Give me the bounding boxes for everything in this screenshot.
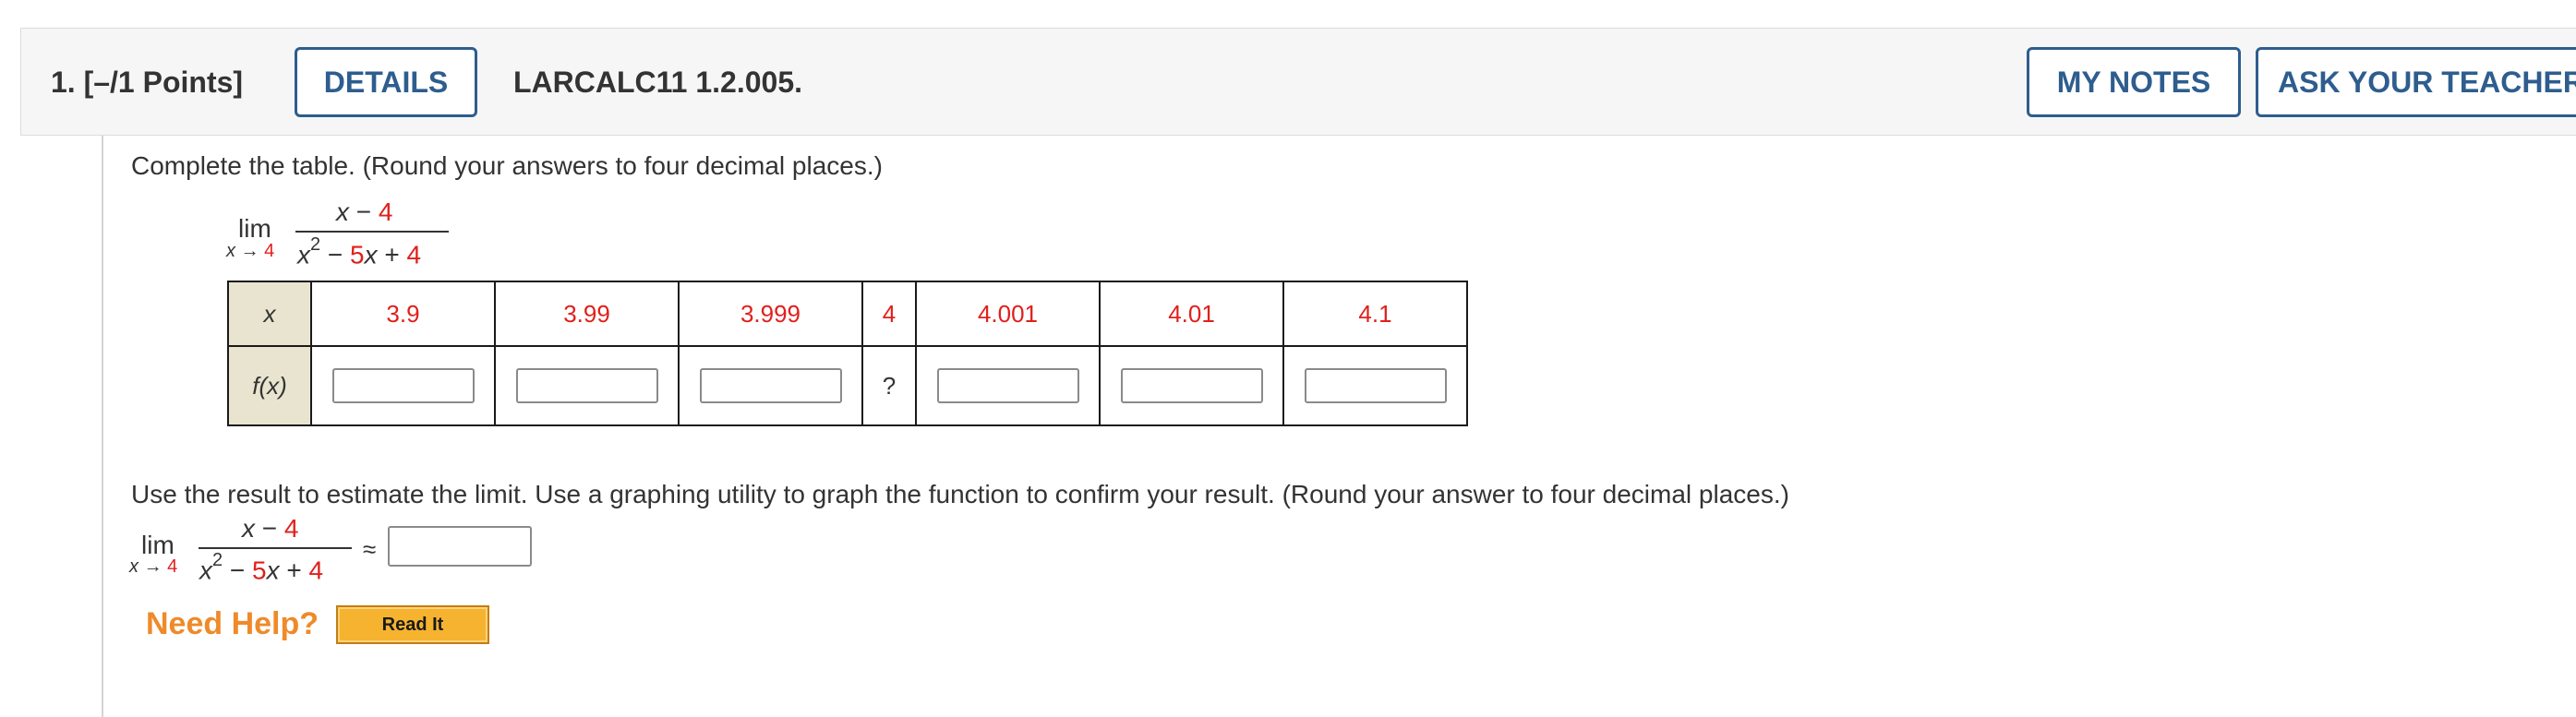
approx-symbol: ≈ <box>363 535 377 563</box>
fx-answer-input[interactable] <box>936 368 1079 403</box>
details-button[interactable]: DETAILS <box>295 47 477 117</box>
fx-cell <box>915 345 1101 426</box>
ask-your-teacher-button[interactable]: ASK YOUR TEACHER <box>2256 47 2576 117</box>
fx-answer-input[interactable] <box>515 368 658 403</box>
fx-cell <box>494 345 680 426</box>
question-number-points: 1. [–/1 Points] <box>51 66 243 100</box>
question-header: 1. [–/1 Points] DETAILS LARCALC11 1.2.00… <box>20 28 2576 136</box>
lim-subscript: x → 4 <box>226 241 275 261</box>
lim-subscript: x → 4 <box>129 556 178 577</box>
fraction-bar <box>199 547 352 549</box>
values-table: x 3.9 3.99 3.999 4 4.001 4.01 4.1 f(x) ? <box>227 281 1468 426</box>
read-it-button[interactable]: Read It <box>336 605 489 644</box>
question-points: [–/1 Points] <box>83 66 244 99</box>
fx-header: f(x) <box>227 345 312 426</box>
x-value-cell: 4 <box>861 281 917 347</box>
fraction-numerator: x − 4 <box>242 514 299 543</box>
lim-label: lim <box>238 214 271 243</box>
x-value-cell: 3.999 <box>678 281 863 347</box>
fx-cell <box>1099 345 1284 426</box>
fx-unknown-cell: ? <box>861 345 917 426</box>
fx-cell <box>1282 345 1468 426</box>
x-value-cell: 4.01 <box>1099 281 1284 347</box>
fx-cell <box>310 345 496 426</box>
fraction-denominator: x2 − 5x + 4 <box>199 550 324 585</box>
my-notes-button[interactable]: MY NOTES <box>2027 47 2241 117</box>
content-left-rule <box>102 136 103 717</box>
instruction-text: Complete the table. (Round your answers … <box>131 151 883 180</box>
x-value-cell: 4.001 <box>915 281 1101 347</box>
fx-row: f(x) ? <box>227 345 1468 426</box>
fx-answer-input[interactable] <box>331 368 475 403</box>
fraction-denominator: x2 − 5x + 4 <box>297 234 422 269</box>
fraction-bar <box>295 231 449 233</box>
fx-answer-input[interactable] <box>1120 368 1263 403</box>
limit-answer-input[interactable] <box>388 526 532 567</box>
fx-cell <box>678 345 863 426</box>
need-help-label: Need Help? <box>146 606 319 641</box>
fx-answer-input[interactable] <box>1304 368 1447 403</box>
instruction-text-2: Use the result to estimate the limit. Us… <box>131 480 1789 508</box>
x-value-cell: 4.1 <box>1282 281 1468 347</box>
x-value-cell: 3.9 <box>310 281 496 347</box>
problem-code: LARCALC11 1.2.005. <box>513 66 803 99</box>
fx-answer-input[interactable] <box>699 368 842 403</box>
fraction-numerator: x − 4 <box>336 197 393 226</box>
x-header: x <box>227 281 312 347</box>
x-value-cell: 3.99 <box>494 281 680 347</box>
question-number: 1. <box>51 66 76 99</box>
x-row: x 3.9 3.99 3.999 4 4.001 4.01 4.1 <box>227 281 1468 347</box>
